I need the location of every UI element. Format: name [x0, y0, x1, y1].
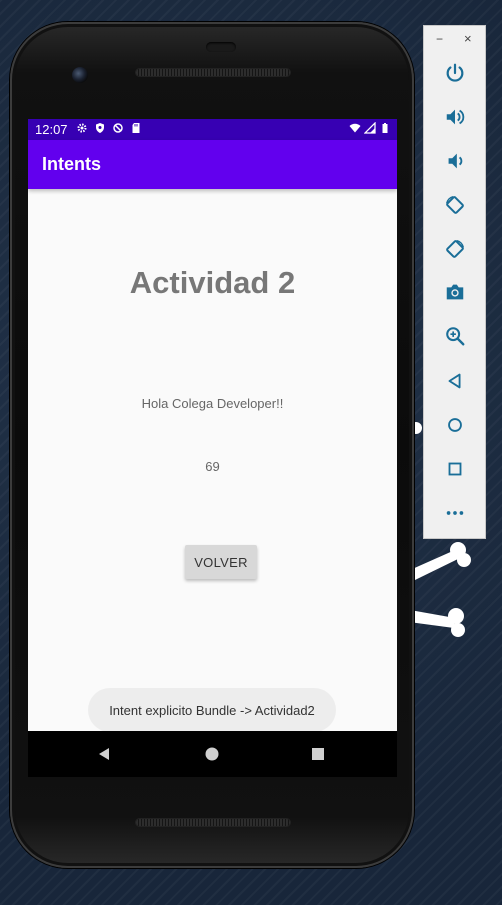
zoom-icon[interactable]: [441, 322, 469, 350]
power-icon[interactable]: [441, 59, 469, 87]
top-speaker: [136, 69, 290, 76]
greeting-text: Hola Colega Developer!!: [141, 396, 284, 411]
minimize-button[interactable]: −: [436, 32, 443, 46]
volume-down-icon[interactable]: [441, 147, 469, 175]
camera-icon[interactable]: [441, 278, 469, 306]
volver-button[interactable]: VOLVER: [185, 545, 257, 579]
sd-card-icon: [130, 122, 142, 137]
more-icon[interactable]: [441, 499, 469, 527]
app-title: Intents: [42, 154, 102, 174]
battery-icon: [379, 122, 391, 137]
emulator-toolbar: − ×: [423, 25, 486, 539]
back-icon[interactable]: [441, 367, 469, 395]
toast-message: Intent explicito Bundle -> Actividad2: [88, 688, 336, 731]
nav-overview-icon[interactable]: [308, 744, 328, 764]
navigation-bar: [28, 731, 397, 777]
overview-icon[interactable]: [441, 455, 469, 483]
home-icon[interactable]: [441, 411, 469, 439]
settings-icon: [76, 122, 88, 137]
shield-icon: [94, 122, 106, 137]
nav-back-icon[interactable]: [94, 744, 114, 764]
toast-text: Intent explicito Bundle -> Actividad2: [109, 702, 315, 718]
rotate-right-icon[interactable]: [441, 235, 469, 263]
data-saver-icon: [112, 122, 124, 137]
app-bar: Intents: [28, 140, 397, 189]
front-camera: [72, 67, 88, 83]
device-screen: 12:07 Intents Actividad 2 Hola Colega De…: [28, 119, 397, 731]
status-time: 12:07: [35, 122, 68, 137]
signal-icon: [363, 121, 376, 137]
close-button[interactable]: ×: [464, 31, 472, 46]
status-bar: 12:07: [28, 119, 397, 140]
nav-home-icon[interactable]: [202, 744, 222, 764]
number-text: 69: [205, 459, 220, 474]
top-sensor: [206, 42, 236, 52]
wifi-icon: [349, 122, 361, 137]
rotate-left-icon[interactable]: [441, 191, 469, 219]
bottom-speaker: [136, 819, 290, 826]
activity-heading: Actividad 2: [129, 265, 296, 300]
volume-up-icon[interactable]: [441, 103, 469, 131]
